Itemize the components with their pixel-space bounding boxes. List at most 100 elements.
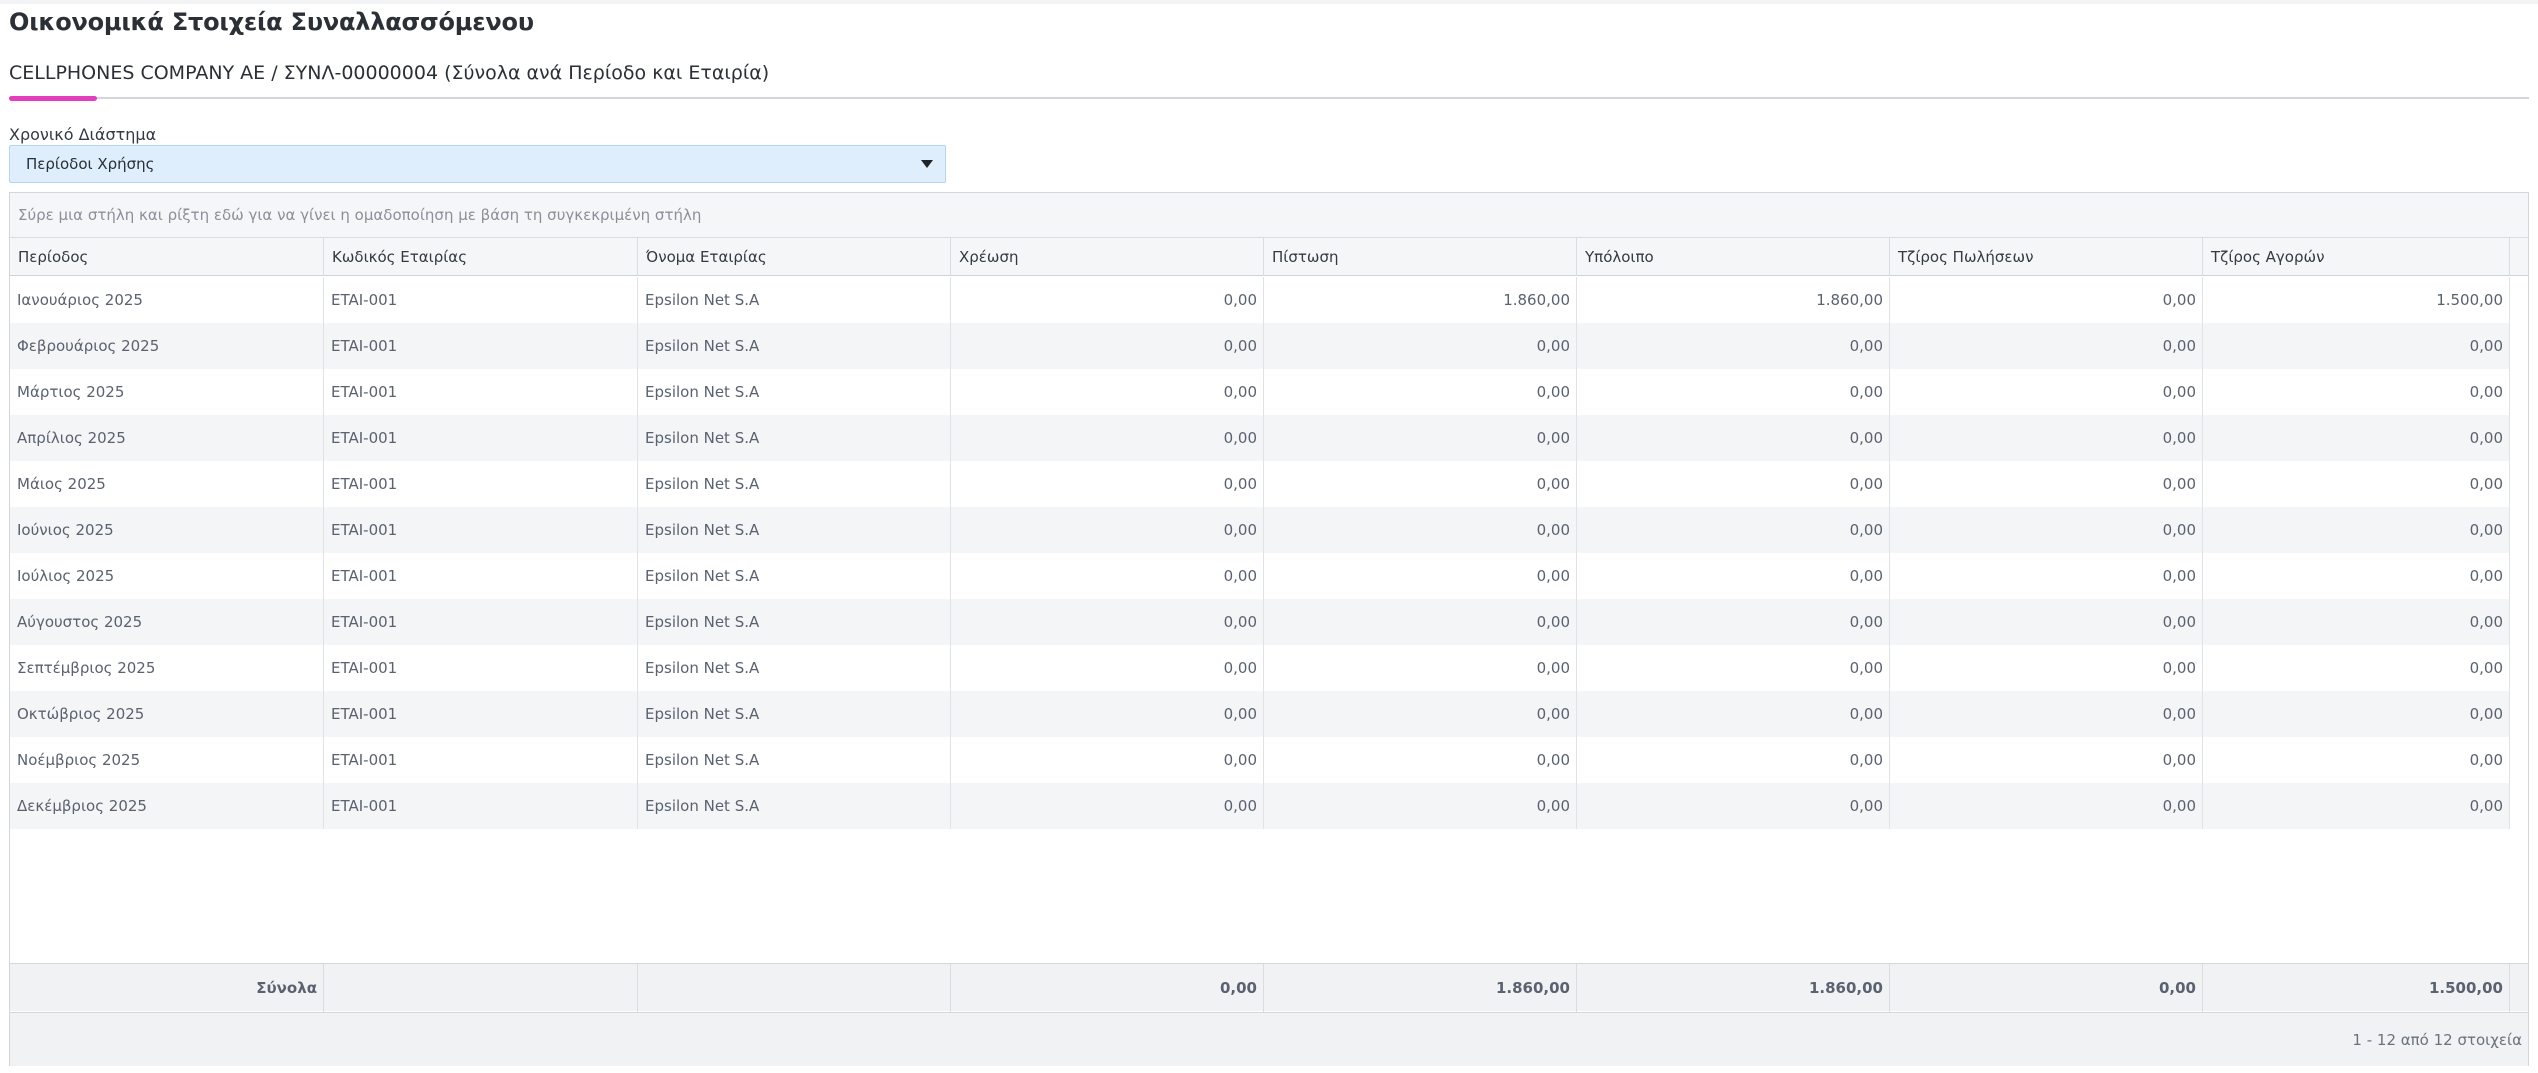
cell-credit: 0,00 (1264, 461, 1577, 507)
cell-sales-turnover: 0,00 (1890, 415, 2203, 461)
cell-balance: 0,00 (1577, 415, 1890, 461)
cell-purchases-turnover: 0,00 (2203, 507, 2510, 553)
table-row[interactable]: Φεβρουάριος 2025 ETAI-001 Epsilon Net S.A 0… (10, 323, 2510, 369)
cell-period: Δεκέμβριος 2025 (10, 783, 324, 829)
table-row[interactable]: Μάρτιος 2025 ETAI-001 Epsilon Net S.A 0,00 0… (10, 369, 2510, 415)
cell-balance: 0,00 (1577, 369, 1890, 415)
column-header-credit[interactable]: Πίστωση (1264, 238, 1577, 276)
cell-credit: 0,00 (1264, 737, 1577, 783)
cell-debit: 0,00 (951, 277, 1264, 323)
cell-company-code: ETAI-001 (324, 737, 638, 783)
cell-period: Ιανουάριος 2025 (10, 277, 324, 323)
period-label: Χρονικό Διάστημα (9, 125, 157, 144)
table-row[interactable]: Ιούνιος 2025 ETAI-001 Epsilon Net S.A 0,00 0… (10, 507, 2510, 553)
column-header-balance[interactable]: Υπόλοιπο (1577, 238, 1890, 276)
cell-period: Σεπτέμβριος 2025 (10, 645, 324, 691)
cell-sales-turnover: 0,00 (1890, 737, 2203, 783)
cell-credit: 0,00 (1264, 553, 1577, 599)
cell-credit: 0,00 (1264, 415, 1577, 461)
column-header-period[interactable]: Περίοδος (10, 238, 324, 276)
cell-purchases-turnover: 0,00 (2203, 553, 2510, 599)
grid-totals-row: Σύνολα 0,00 1.860,00 1.860,00 0,00 1.500… (10, 963, 2528, 1012)
table-row[interactable]: Δεκέμβριος 2025 ETAI-001 Epsilon Net S.A 0,… (10, 783, 2510, 829)
cell-purchases-turnover: 0,00 (2203, 737, 2510, 783)
cell-company-code: ETAI-001 (324, 691, 638, 737)
cell-purchases-turnover: 0,00 (2203, 369, 2510, 415)
cell-period: Νοέμβριος 2025 (10, 737, 324, 783)
cell-company-name: Epsilon Net S.A (638, 323, 951, 369)
caret-down-icon[interactable] (921, 160, 933, 168)
cell-sales-turnover: 0,00 (1890, 323, 2203, 369)
cell-company-name: Epsilon Net S.A (638, 783, 951, 829)
cell-purchases-turnover: 0,00 (2203, 691, 2510, 737)
cell-company-code: ETAI-001 (324, 507, 638, 553)
cell-credit: 0,00 (1264, 369, 1577, 415)
cell-company-name: Epsilon Net S.A (638, 599, 951, 645)
cell-debit: 0,00 (951, 737, 1264, 783)
table-row[interactable]: Νοέμβριος 2025 ETAI-001 Epsilon Net S.A 0,0… (10, 737, 2510, 783)
table-row[interactable]: Ιούλιος 2025 ETAI-001 Epsilon Net S.A 0,00 0… (10, 553, 2510, 599)
cell-company-code: ETAI-001 (324, 415, 638, 461)
cell-purchases-turnover: 0,00 (2203, 599, 2510, 645)
totals-credit: 1.860,00 (1264, 964, 1577, 1012)
cell-company-code: ETAI-001 (324, 461, 638, 507)
cell-credit: 1.860,00 (1264, 277, 1577, 323)
period-dropdown[interactable]: Περίοδοι Χρήσης (9, 145, 946, 183)
cell-company-name: Epsilon Net S.A (638, 415, 951, 461)
cell-balance: 0,00 (1577, 323, 1890, 369)
column-header-company-name[interactable]: Όνομα Εταιρίας (638, 238, 951, 276)
cell-sales-turnover: 0,00 (1890, 369, 2203, 415)
cell-company-name: Epsilon Net S.A (638, 369, 951, 415)
cell-balance: 0,00 (1577, 645, 1890, 691)
totals-label: Σύνολα (10, 964, 324, 1012)
column-header-debit[interactable]: Χρέωση (951, 238, 1264, 276)
cell-credit: 0,00 (1264, 323, 1577, 369)
cell-balance: 0,00 (1577, 691, 1890, 737)
cell-company-code: ETAI-001 (324, 783, 638, 829)
cell-company-code: ETAI-001 (324, 369, 638, 415)
tab-underline (9, 97, 2529, 99)
cell-debit: 0,00 (951, 507, 1264, 553)
group-drop-panel[interactable]: Σύρε μια στήλη και ρίξτη εδώ για να γίνε… (10, 193, 2528, 238)
totals-purchases-turnover: 1.500,00 (2203, 964, 2510, 1012)
table-row[interactable]: Μάιος 2025 ETAI-001 Epsilon Net S.A 0,00 0,0… (10, 461, 2510, 507)
cell-debit: 0,00 (951, 369, 1264, 415)
cell-debit: 0,00 (951, 691, 1264, 737)
cell-period: Οκτώβριος 2025 (10, 691, 324, 737)
period-dropdown-value: Περίοδοι Χρήσης (26, 155, 155, 173)
table-row[interactable]: Ιανουάριος 2025 ETAI-001 Epsilon Net S.A 0,… (10, 277, 2510, 323)
column-header-sales-turnover[interactable]: Τζίρος Πωλήσεων (1890, 238, 2203, 276)
totals-empty (638, 964, 951, 1012)
cell-sales-turnover: 0,00 (1890, 507, 2203, 553)
active-tab-indicator (9, 96, 97, 101)
cell-period: Ιούλιος 2025 (10, 553, 324, 599)
cell-purchases-turnover: 0,00 (2203, 645, 2510, 691)
cell-sales-turnover: 0,00 (1890, 599, 2203, 645)
table-row[interactable]: Σεπτέμβριος 2025 ETAI-001 Epsilon Net S.A 0… (10, 645, 2510, 691)
column-header-purchases-turnover[interactable]: Τζίρος Αγορών (2203, 238, 2510, 276)
cell-company-name: Epsilon Net S.A (638, 645, 951, 691)
cell-balance: 0,00 (1577, 553, 1890, 599)
column-header-company-code[interactable]: Κωδικός Εταιρίας (324, 238, 638, 276)
cell-purchases-turnover: 1.500,00 (2203, 277, 2510, 323)
cell-period: Φεβρουάριος 2025 (10, 323, 324, 369)
cell-period: Ιούνιος 2025 (10, 507, 324, 553)
cell-credit: 0,00 (1264, 691, 1577, 737)
table-row[interactable]: Αύγουστος 2025 ETAI-001 Epsilon Net S.A 0,0… (10, 599, 2510, 645)
data-grid: Σύρε μια στήλη και ρίξτη εδώ για να γίνε… (9, 192, 2529, 1066)
cell-company-name: Epsilon Net S.A (638, 507, 951, 553)
table-row[interactable]: Οκτώβριος 2025 ETAI-001 Epsilon Net S.A 0,0… (10, 691, 2510, 737)
cell-sales-turnover: 0,00 (1890, 783, 2203, 829)
cell-company-name: Epsilon Net S.A (638, 737, 951, 783)
tab-summary[interactable]: CELLPHONES COMPANY AE / ΣΥΝΛ-00000004 (Σ… (9, 62, 769, 84)
cell-sales-turnover: 0,00 (1890, 553, 2203, 599)
cell-debit: 0,00 (951, 461, 1264, 507)
totals-empty (324, 964, 638, 1012)
cell-company-code: ETAI-001 (324, 277, 638, 323)
table-row[interactable]: Απρίλιος 2025 ETAI-001 Epsilon Net S.A 0,00… (10, 415, 2510, 461)
cell-balance: 0,00 (1577, 737, 1890, 783)
cell-balance: 1.860,00 (1577, 277, 1890, 323)
totals-sales-turnover: 0,00 (1890, 964, 2203, 1012)
cell-sales-turnover: 0,00 (1890, 645, 2203, 691)
cell-debit: 0,00 (951, 645, 1264, 691)
